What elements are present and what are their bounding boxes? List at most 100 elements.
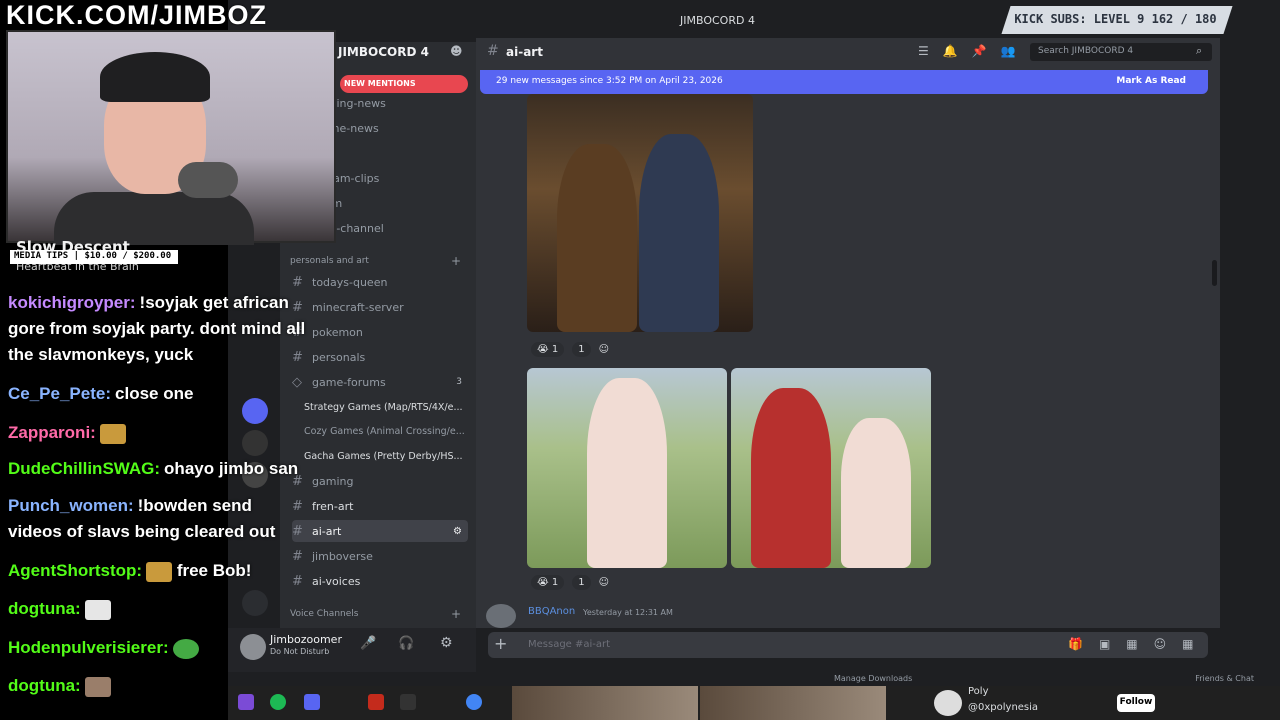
unread-badge: 3 bbox=[456, 377, 462, 387]
add-friend-icon[interactable]: ☻ bbox=[450, 44, 463, 58]
new-mentions-pill[interactable]: NEW MENTIONS bbox=[340, 75, 468, 93]
figure-king bbox=[557, 144, 637, 332]
chat-message: Punch_women: !bowden send videos of slavs… bbox=[8, 493, 308, 545]
reaction-bar: 😭 1 1 ☺ bbox=[531, 575, 609, 590]
hash-icon: # bbox=[292, 274, 303, 290]
scrollbar[interactable] bbox=[1212, 260, 1217, 286]
channel-item[interactable]: # personals bbox=[292, 346, 468, 368]
figure bbox=[587, 378, 667, 568]
forum-thread[interactable]: Gacha Games (Pretty Derby/HS... bbox=[304, 445, 480, 467]
apps-icon[interactable]: ▦ bbox=[1182, 637, 1209, 651]
chat-message: Hodenpulverisierer: bbox=[8, 635, 308, 661]
chat-message: DudeChillinSWAG: ohayo jimbo san bbox=[8, 456, 308, 482]
threads-icon[interactable]: ☰ bbox=[918, 44, 943, 58]
channel-item[interactable]: # gaming bbox=[292, 470, 468, 492]
attachment-image[interactable] bbox=[527, 94, 753, 332]
add-reaction-icon[interactable]: ☺ bbox=[599, 577, 609, 588]
microphone-icon[interactable]: 🎤 bbox=[360, 636, 376, 651]
right-panel bbox=[1220, 38, 1280, 672]
chat-message: dogtuna: bbox=[8, 596, 308, 622]
channel-item[interactable]: # ai-voices bbox=[292, 570, 468, 592]
app-icon[interactable] bbox=[368, 694, 384, 710]
bell-icon[interactable]: 🔔 bbox=[943, 44, 972, 58]
attach-icon[interactable]: + bbox=[494, 634, 507, 653]
attachment-image[interactable] bbox=[731, 368, 931, 568]
channel-item-active[interactable]: # ai-art ⚙ bbox=[292, 520, 468, 542]
streamer-headphones bbox=[100, 52, 210, 102]
emote bbox=[146, 561, 173, 582]
emote bbox=[84, 599, 111, 620]
settings-icon[interactable]: ⚙ bbox=[440, 635, 453, 651]
add-channel-icon[interactable]: + bbox=[451, 607, 461, 621]
reaction[interactable]: 1 bbox=[572, 342, 591, 357]
hash-icon: # bbox=[487, 43, 499, 59]
chat-username: dogtuna: bbox=[8, 676, 81, 695]
settings-icon[interactable]: ⚙ bbox=[453, 526, 462, 537]
add-reaction-icon[interactable]: ☺ bbox=[599, 344, 609, 355]
channel-item[interactable]: # todays-queen bbox=[292, 271, 468, 293]
microphone bbox=[178, 162, 238, 198]
app-icon[interactable] bbox=[400, 694, 416, 710]
emote bbox=[172, 638, 199, 659]
figure bbox=[841, 418, 911, 568]
emote bbox=[99, 423, 126, 444]
profile-handle: @0xpolynesia bbox=[968, 702, 1039, 713]
emoji-icon[interactable]: ☺ bbox=[1154, 637, 1183, 651]
attachment-image[interactable] bbox=[527, 368, 727, 568]
figure bbox=[751, 388, 831, 568]
chat-text: close one bbox=[115, 384, 194, 403]
emote bbox=[84, 676, 111, 697]
gif-icon[interactable]: ▣ bbox=[1099, 637, 1126, 651]
chat-username: dogtuna: bbox=[8, 599, 81, 618]
reaction[interactable]: 1 bbox=[572, 575, 591, 590]
headphones-icon[interactable]: 🎧 bbox=[398, 636, 414, 651]
manage-downloads[interactable]: Manage Downloads bbox=[834, 674, 912, 683]
figure-queen bbox=[639, 134, 719, 332]
search-input[interactable]: Search JIMBOCORD 4 bbox=[1030, 43, 1212, 61]
pin-icon[interactable]: 📌 bbox=[972, 44, 1001, 58]
chat-username: DudeChillinSWAG: bbox=[8, 459, 161, 478]
chat-username: AgentShortstop: bbox=[8, 561, 143, 580]
media-tips-bar: MEDIA TIPS | $10.00 / $200.00 bbox=[10, 250, 178, 264]
profile-name: Poly bbox=[968, 686, 989, 697]
message-toolbar: 🎁▣▦☺▦ bbox=[1068, 637, 1210, 651]
forum-thread[interactable]: Cozy Games (Animal Crossing/e... bbox=[304, 420, 480, 442]
chat-username: kokichigroyper: bbox=[8, 293, 136, 312]
friends-chat[interactable]: Friends & Chat bbox=[1195, 674, 1254, 683]
chrome-icon[interactable] bbox=[466, 694, 482, 710]
reaction[interactable]: 😭 1 bbox=[531, 575, 565, 590]
channel-item[interactable]: # jimboverse bbox=[292, 545, 468, 567]
kick-subs-banner: KICK SUBS: LEVEL 9 162 / 180 bbox=[1001, 6, 1233, 34]
chat-message: Zapparoni: bbox=[8, 420, 308, 446]
category-personals[interactable]: personals and art bbox=[290, 256, 369, 266]
mark-as-read-button[interactable]: Mark As Read bbox=[1116, 76, 1186, 86]
gift-icon[interactable]: 🎁 bbox=[1068, 637, 1099, 651]
add-channel-icon[interactable]: + bbox=[451, 254, 461, 268]
channel-item[interactable]: # fren-art bbox=[292, 495, 468, 517]
follow-button[interactable]: Follow bbox=[1117, 694, 1155, 712]
channel-item[interactable]: # pokemon bbox=[292, 321, 468, 343]
message-author[interactable]: BBQAnon bbox=[528, 606, 575, 617]
new-messages-banner[interactable]: 29 new messages since 3:52 PM on April 2… bbox=[480, 70, 1208, 94]
search-icon[interactable]: ⌕ bbox=[1196, 44, 1202, 58]
chat-message: AgentShortstop: free Bob! bbox=[8, 558, 308, 584]
server-name[interactable]: JIMBOCORD 4 bbox=[338, 45, 429, 59]
sticker-icon[interactable]: ▦ bbox=[1126, 637, 1153, 651]
status-bar: Manage Downloads Friends & Chat bbox=[228, 672, 1280, 686]
chat-message: dogtuna: bbox=[8, 673, 308, 699]
avatar[interactable] bbox=[486, 604, 516, 628]
forum-thread[interactable]: Strategy Games (Map/RTS/4X/e... bbox=[304, 396, 480, 418]
stream-thumbnail bbox=[700, 686, 886, 720]
channel-item[interactable]: # minecraft-server bbox=[292, 296, 468, 318]
forum-channel[interactable]: ◇ game-forums 3 bbox=[292, 371, 468, 393]
reaction-bar: 😭 1 1 ☺ bbox=[531, 342, 609, 357]
channel-title: ai-art bbox=[506, 45, 543, 59]
reaction[interactable]: 😭 1 bbox=[531, 342, 565, 357]
window-title: JIMBOCORD 4 bbox=[680, 14, 755, 27]
chat-text: free Bob! bbox=[176, 561, 252, 580]
chat-message: kokichigroyper: !soyjak get african gore … bbox=[8, 290, 308, 368]
chat-username: Ce_Pe_Pete: bbox=[8, 384, 112, 403]
webcam-feed bbox=[6, 30, 336, 245]
members-icon[interactable]: 👥 bbox=[1001, 44, 1030, 58]
avatar[interactable] bbox=[934, 690, 962, 716]
